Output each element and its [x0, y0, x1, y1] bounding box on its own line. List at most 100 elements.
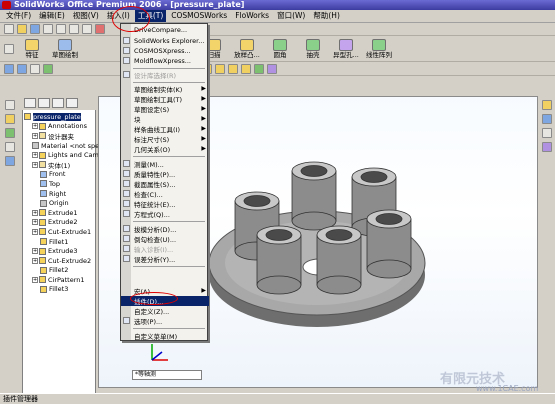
tree-item[interactable]: + Extrude3: [24, 246, 94, 256]
feature-tree-tab[interactable]: [24, 98, 36, 108]
tree-item[interactable]: + CirPattern1: [24, 275, 94, 285]
tool-icon-5[interactable]: [5, 156, 15, 166]
tree-item[interactable]: Top: [24, 179, 94, 189]
tree-item[interactable]: + Lights and Cameras: [24, 150, 113, 160]
tree-item[interactable]: + Cut-Extrude1: [24, 227, 94, 237]
menu-item-options[interactable]: 选项(P)...: [121, 316, 209, 326]
menu-item-undercut[interactable]: 倒勾检查(U)...: [121, 234, 209, 244]
expand-icon[interactable]: +: [32, 219, 38, 226]
wireframe-icon[interactable]: [267, 63, 277, 74]
tree-item[interactable]: + Extrude2: [24, 218, 94, 228]
zoom-fit-icon[interactable]: [4, 63, 14, 74]
shaded-icon[interactable]: [254, 63, 264, 74]
menu-item-library-select[interactable]: 设计库选择(R): [121, 70, 209, 80]
home-icon[interactable]: [542, 100, 552, 110]
tree-item[interactable]: Material <not specified>: [24, 141, 122, 151]
zoom-icon[interactable]: [30, 63, 40, 74]
menu-item-cosmosxpress[interactable]: COSMOSXpress...: [121, 46, 209, 56]
menu-item-draft-analysis[interactable]: 拔模分析(D)...: [121, 224, 209, 234]
dimxpert-tab[interactable]: [66, 98, 78, 108]
expand-icon[interactable]: +: [32, 257, 38, 264]
save-icon[interactable]: [30, 24, 40, 34]
expand-icon[interactable]: +: [32, 161, 38, 168]
measure-icon: [123, 160, 130, 168]
tree-item[interactable]: + Extrude1: [24, 208, 94, 218]
features-button[interactable]: 特征: [17, 38, 47, 59]
menu-item-deviation-analysis[interactable]: 误差分析(Y)...: [121, 254, 209, 264]
linear-pattern-button[interactable]: 线性阵列: [364, 38, 394, 59]
menu-edit[interactable]: 编辑(E): [36, 10, 68, 22]
tool-icon-1[interactable]: [5, 100, 15, 110]
menu-item-blocks[interactable]: 块 ▶: [121, 114, 209, 124]
menu-file[interactable]: 文件(F): [3, 10, 34, 22]
expand-icon[interactable]: +: [32, 152, 38, 159]
right-view-icon[interactable]: [228, 63, 238, 74]
sketch-button[interactable]: 草图绘制: [50, 38, 80, 59]
menu-item-import-diagnostics[interactable]: 输入诊断(I)...: [121, 244, 209, 254]
menu-window[interactable]: 窗口(W): [274, 10, 308, 22]
tree-root[interactable]: pressure_plate: [24, 112, 94, 122]
print-icon[interactable]: [43, 24, 53, 34]
menu-item-section-properties[interactable]: 截面属性(S)...: [121, 179, 209, 189]
iso-view-icon[interactable]: [241, 63, 251, 74]
undo-icon[interactable]: [95, 24, 105, 34]
tree-item[interactable]: + Cut-Extrude2: [24, 256, 94, 266]
menu-view[interactable]: 视图(V): [70, 10, 102, 22]
tree-item[interactable]: Origin: [24, 198, 94, 208]
tree-item[interactable]: Fillet1: [24, 237, 94, 247]
config-tab[interactable]: [52, 98, 64, 108]
menu-item-measure[interactable]: 测量(M)...: [121, 159, 209, 169]
tree-item[interactable]: Fillet2: [24, 266, 94, 276]
expand-icon[interactable]: +: [32, 132, 38, 139]
shell-button[interactable]: 抽壳: [298, 38, 328, 59]
new-icon[interactable]: [4, 24, 14, 34]
tree-item[interactable]: Fillet3: [24, 285, 94, 295]
menu-item-check[interactable]: 检查(C)...: [121, 189, 209, 199]
collapse-icon[interactable]: [542, 142, 552, 152]
open-icon[interactable]: [17, 24, 27, 34]
menu-item-feature-statistics[interactable]: 特征统计(E)...: [121, 199, 209, 209]
tree-item[interactable]: Right: [24, 189, 94, 199]
expand-icon[interactable]: +: [32, 276, 38, 283]
menu-item-equations[interactable]: 方程式(Q)...: [121, 209, 209, 219]
rotate-icon[interactable]: [43, 63, 53, 74]
fillet-button[interactable]: 圆角: [265, 38, 295, 59]
expand-icon[interactable]: +: [32, 123, 38, 130]
menu-floworks[interactable]: FloWorks: [232, 10, 272, 22]
menu-item-customize-menu[interactable]: 自定义菜单(M): [121, 331, 209, 341]
menu-item-customize[interactable]: 自定义(Z)...: [121, 306, 209, 316]
menu-item-sketch-settings[interactable]: 草图设定(S) ▶: [121, 104, 209, 114]
tree-item[interactable]: + 设计器夹: [24, 131, 94, 141]
menu-help[interactable]: 帮助(H): [310, 10, 343, 22]
select-icon[interactable]: [4, 43, 14, 54]
menu-item-spline-tools[interactable]: 样条曲线工具(I) ▶: [121, 124, 209, 134]
cut-icon[interactable]: [56, 24, 66, 34]
menu-item-dimensions[interactable]: 标注尺寸(S) ▶: [121, 134, 209, 144]
explorer-icon[interactable]: [542, 128, 552, 138]
paste-icon[interactable]: [82, 24, 92, 34]
expand-icon[interactable]: +: [32, 228, 38, 235]
menu-item-sketch-entities[interactable]: 草图绘制实体(K) ▶: [121, 84, 209, 94]
menu-item-mass-properties[interactable]: 质量特性(P)...: [121, 169, 209, 179]
library-icon[interactable]: [542, 114, 552, 124]
tool-icon-2[interactable]: [5, 114, 15, 124]
top-view-icon[interactable]: [215, 63, 225, 74]
menu-item-relations[interactable]: 几何关系(O) ▶: [121, 144, 209, 154]
menu-item-explorer[interactable]: SolidWorks Explorer...: [121, 36, 209, 46]
tree-item[interactable]: Front: [24, 170, 94, 180]
copy-icon[interactable]: [69, 24, 79, 34]
tree-item[interactable]: + Annotations: [24, 122, 94, 132]
expand-icon[interactable]: +: [32, 209, 38, 216]
tool-icon-4[interactable]: [5, 142, 15, 152]
tool-icon-3[interactable]: [5, 128, 15, 138]
property-tab[interactable]: [38, 98, 50, 108]
loft-button[interactable]: 放样凸...: [232, 38, 262, 59]
zoom-area-icon[interactable]: [17, 63, 27, 74]
tree-item[interactable]: + 实体(1): [24, 160, 94, 170]
expand-icon[interactable]: +: [32, 248, 38, 255]
menu-item-sketch-tools[interactable]: 草图绘制工具(T) ▶: [121, 94, 209, 104]
hole-wizard-button[interactable]: 异型孔...: [331, 38, 361, 59]
menu-cosmosworks[interactable]: COSMOSWorks: [168, 10, 230, 22]
view-orientation-select[interactable]: *等轴测: [132, 370, 202, 380]
menu-item-moldflowxpress[interactable]: MoldflowXpress...: [121, 56, 209, 66]
